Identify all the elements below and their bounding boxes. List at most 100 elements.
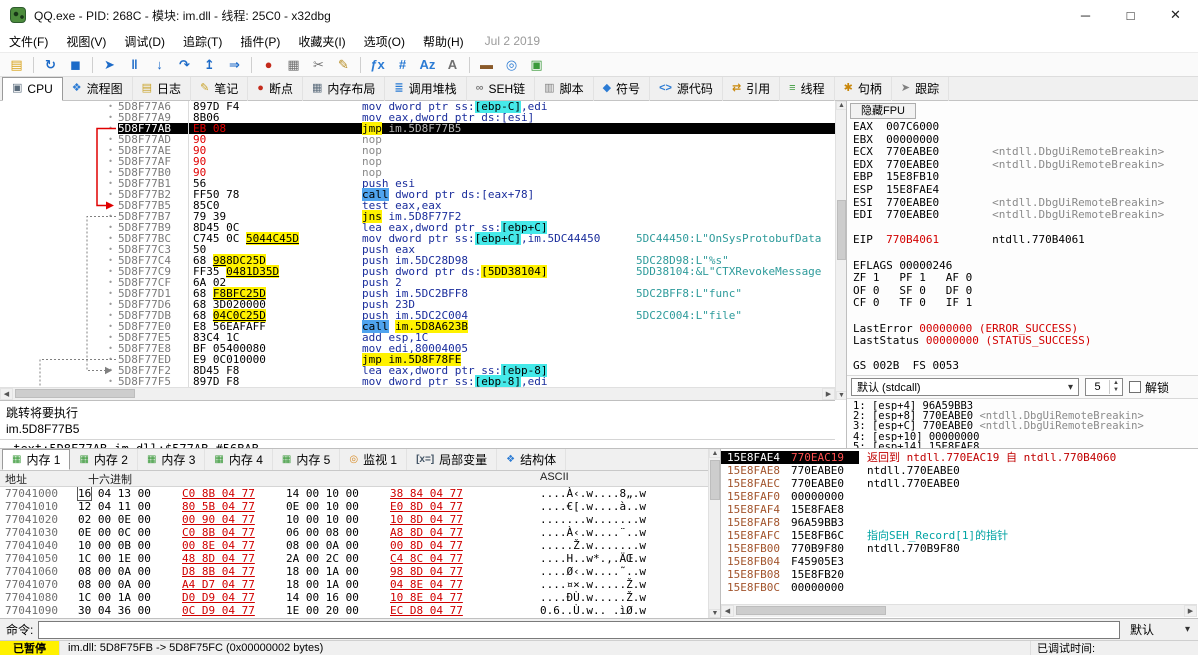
disasm-comment[interactable] — [636, 167, 835, 178]
stack-row[interactable]: 15E8FAF4 15E8FAE8 — [721, 503, 1198, 516]
dump-ascii[interactable]: ....H..w*.,.ÄŒ.w — [494, 552, 646, 565]
disasm-comment[interactable] — [636, 343, 835, 354]
menu-item-h[interactable]: 帮助(H) — [414, 31, 473, 52]
disasm-comment[interactable] — [636, 365, 835, 376]
dump-bytes-group[interactable]: 18 00 1A 00 — [286, 565, 390, 578]
dump-bytes-group[interactable]: 30 04 36 00 — [78, 604, 182, 617]
disasm-comment[interactable] — [636, 134, 835, 145]
dump-bytes-group[interactable]: A8 8D 04 77 — [390, 526, 494, 539]
scroll-right-icon[interactable]: ▶ — [822, 388, 835, 400]
tab-references[interactable]: ⇄ 引用 — [723, 76, 781, 101]
disasm-instruction[interactable]: nop — [358, 145, 636, 156]
stack-row[interactable]: 15E8FB0C 00000000 — [721, 581, 1198, 594]
dump-bytes-group[interactable]: 0E 00 10 00 — [286, 500, 390, 513]
disasm-bytes[interactable]: 90 — [188, 145, 358, 156]
dump-ascii[interactable]: ....À‹.w....8„.w — [494, 487, 646, 500]
stack-comment[interactable]: 指向SEH_Record[1]的指针 — [859, 529, 1198, 542]
menu-item-i[interactable]: 收藏夹(I) — [289, 31, 354, 52]
tab-dump-2[interactable]: ▦ 内存 2 — [70, 449, 138, 470]
step-into-button[interactable]: ↓ — [148, 54, 171, 75]
dump-bytes-group[interactable]: 1C 00 1A 00 — [78, 591, 182, 604]
dump-row[interactable]: 77041060 08 00 0A 00 D8 8B 04 77 18 00 1A 0… — [0, 565, 708, 578]
tab-struct[interactable]: ❖ 结构体 — [497, 449, 567, 470]
dump-address[interactable]: 77041020 — [0, 513, 78, 526]
dump-address[interactable]: 77041040 — [0, 539, 78, 552]
stack-value[interactable]: 00000000 — [791, 581, 859, 594]
dump-bytes-group[interactable]: 16 04 13 00 — [76, 487, 182, 501]
disasm-instruction[interactable]: nop — [358, 156, 636, 167]
disasm-bytes[interactable]: C745 0C 5044C45D — [188, 232, 358, 245]
stack-value[interactable]: 15E8FAE8 — [791, 503, 859, 516]
stack-comment[interactable] — [859, 490, 1198, 503]
fx-button[interactable]: ƒx — [366, 54, 389, 75]
breakpoint-button[interactable]: ● — [257, 54, 280, 75]
stack-comment[interactable] — [859, 503, 1198, 516]
dump-row[interactable]: 77041090 30 04 36 00 0C D9 04 77 1E 00 20 0… — [0, 604, 708, 617]
stack-value[interactable]: F45905E3 — [791, 555, 859, 568]
dump-bytes-group[interactable]: A4 D7 04 77 — [182, 578, 286, 591]
stack-address[interactable]: 15E8FAF4 — [721, 503, 791, 516]
tab-dump-1[interactable]: ▦ 内存 1 — [2, 449, 71, 470]
disasm-instruction[interactable]: nop — [358, 134, 636, 145]
dump-address[interactable]: 77041030 — [0, 526, 78, 539]
close-button[interactable]: ✕ — [1153, 0, 1198, 30]
dump-ascii[interactable]: 0.6..Ù.w.. .ìØ.w — [494, 604, 646, 617]
dump-bytes-group[interactable]: 10 8E 04 77 — [390, 591, 494, 604]
disasm-comment[interactable]: 5DC44450:L"OnSysProtobufData — [636, 233, 835, 244]
stack-row[interactable]: 15E8FB00 770B9F80 ntdll.770B9F80 — [721, 542, 1198, 555]
font-button[interactable]: A — [441, 54, 464, 75]
menu-item-v[interactable]: 视图(V) — [57, 31, 115, 52]
dump-bytes-group[interactable]: 1E 00 20 00 — [286, 604, 390, 617]
tab-graph[interactable]: ❖ 流程图 — [63, 76, 133, 101]
stack-row[interactable]: 15E8FAEC 770EABE0 ntdll.770EABE0 — [721, 477, 1198, 490]
run-to-user-code-button[interactable]: ⇒ — [223, 54, 246, 75]
stack-address[interactable]: 15E8FB04 — [721, 555, 791, 568]
dump-address[interactable]: 77041060 — [0, 565, 78, 578]
dump-ascii[interactable]: ....À‹.w....¨..w — [494, 526, 646, 539]
stack-address[interactable]: 15E8FB08 — [721, 568, 791, 581]
dump-bytes-group[interactable]: 80 5B 04 77 — [182, 500, 286, 513]
dump-bytes-group[interactable]: 10 00 0B 00 — [78, 539, 182, 552]
tab-threads[interactable]: ≡ 线程 — [780, 76, 835, 101]
dump-bytes-group[interactable]: 12 04 11 00 — [78, 500, 182, 513]
disasm-comment[interactable] — [636, 145, 835, 156]
dump-row[interactable]: 77041070 08 00 0A 00 A4 D7 04 77 18 00 1A 0… — [0, 578, 708, 591]
patch-button[interactable]: ✂ — [307, 54, 330, 75]
scroll-left-icon[interactable]: ◀ — [721, 605, 734, 617]
tab-dump-3[interactable]: ▦ 内存 3 — [138, 449, 206, 470]
dump-row[interactable]: 77041040 10 00 0B 00 00 8E 04 77 08 00 0A 0… — [0, 539, 708, 552]
stack-value[interactable]: 96A59BB3 — [791, 516, 859, 529]
tab-handles[interactable]: ✱ 句柄 — [835, 76, 892, 101]
dump-row[interactable]: 77041020 02 00 0E 00 00 90 04 77 10 00 10 0… — [0, 513, 708, 526]
disasm-comment[interactable]: 5DD38104:&L"CTXRevokeMessage — [636, 266, 835, 277]
stack-address[interactable]: 15E8FB00 — [721, 542, 791, 555]
dump-bytes-group[interactable]: 0E 00 0C 00 — [78, 526, 182, 539]
dump-row[interactable]: 77041030 0E 00 0C 00 C0 8B 04 77 06 00 08 0… — [0, 526, 708, 539]
scroll-thumb[interactable] — [837, 200, 846, 260]
register-line[interactable]: EIP 770B4061 ntdll.770B4061 — [853, 234, 1198, 247]
tab-symbols[interactable]: ◆ 符号 — [594, 76, 651, 101]
disasm-comment[interactable] — [636, 222, 835, 233]
stack-row[interactable]: 15E8FAE8 770EABE0 ntdll.770EABE0 — [721, 464, 1198, 477]
dump-bytes-group[interactable]: 00 90 04 77 — [182, 513, 286, 526]
stack-value[interactable]: 770EAC19 — [791, 451, 859, 464]
comment-button[interactable]: ✎ — [332, 54, 355, 75]
disasm-address[interactable]: 5D8F77F5 — [118, 376, 188, 387]
stack-horizontal-scrollbar[interactable]: ◀ ▶ — [721, 604, 1197, 617]
disasm-bytes[interactable]: 90 — [188, 134, 358, 145]
scroll-right-icon[interactable]: ▶ — [1184, 605, 1197, 617]
dump-address[interactable]: 77041080 — [0, 591, 78, 604]
disasm-bytes[interactable]: 90 — [188, 156, 358, 167]
dump-bytes-group[interactable]: 98 8D 04 77 — [390, 565, 494, 578]
tab-cpu[interactable]: ▣ CPU — [2, 76, 63, 101]
disasm-comment[interactable] — [636, 332, 835, 343]
unlock-checkbox-row[interactable]: 解锁 — [1129, 379, 1169, 396]
restart-button[interactable]: ↻ — [39, 54, 62, 75]
tab-log[interactable]: ▤ 日志 — [133, 76, 192, 101]
dump-bytes-group[interactable]: 08 00 0A 00 — [286, 539, 390, 552]
stack-comment[interactable] — [859, 568, 1198, 581]
stack-address[interactable]: 15E8FAF0 — [721, 490, 791, 503]
stack-value[interactable]: 15E8FB20 — [791, 568, 859, 581]
scroll-thumb[interactable] — [710, 460, 720, 500]
dump-bytes-group[interactable]: 2A 00 2C 00 — [286, 552, 390, 565]
